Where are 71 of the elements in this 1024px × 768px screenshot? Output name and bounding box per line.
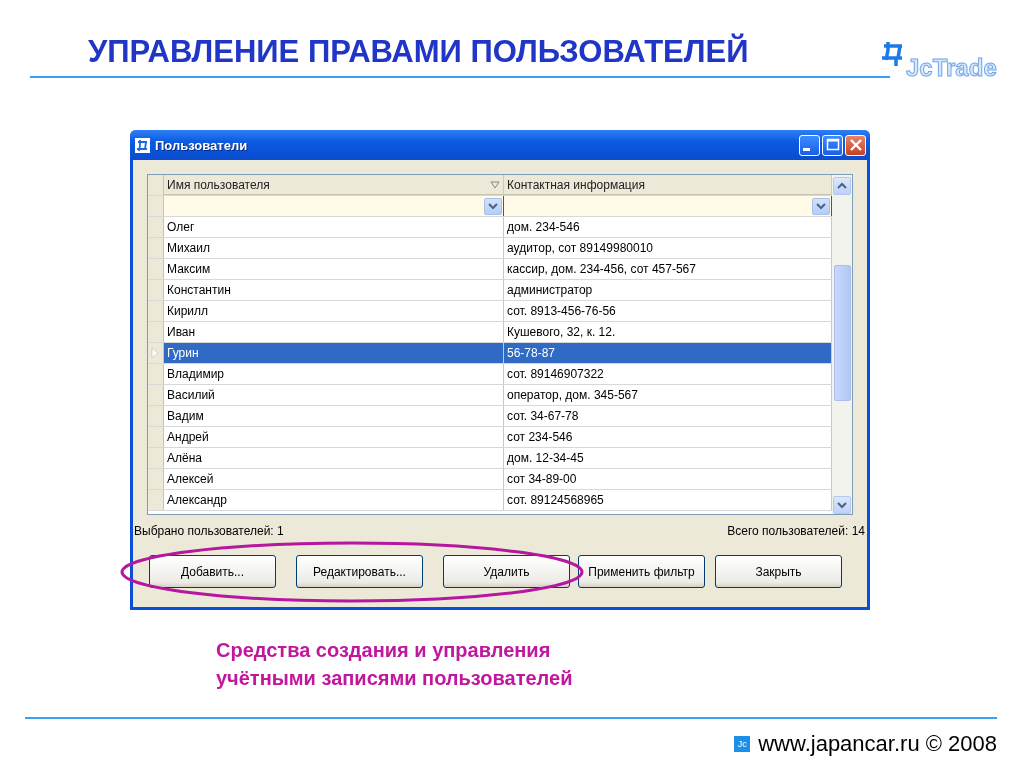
row-header[interactable] [148,490,164,510]
table-row[interactable]: Владимир сот. 89146907322 [148,364,832,385]
chevron-down-icon [815,201,827,211]
table-row[interactable]: Константин администратор [148,280,832,301]
row-header[interactable] [148,280,164,300]
column-header[interactable]: Имя пользователя [164,175,504,195]
dialog-button[interactable]: Удалить [443,555,570,588]
row-header[interactable] [148,364,164,384]
scroll-down-button[interactable] [833,496,851,514]
row-header[interactable] [148,196,164,216]
dialog-button[interactable]: Закрыть [715,555,842,588]
table-row[interactable]: Михаил аудитор, сот 89149980010 [148,238,832,259]
table-row[interactable]: Андрей сот 234-546 [148,427,832,448]
total-count-label: Всего пользователей: 14 [727,524,865,538]
table-cell: Алёна [164,448,504,468]
maximize-button[interactable] [822,134,843,156]
row-header[interactable] [148,175,164,195]
footer-text: www.japancar.ru © 2008 [758,731,997,757]
table-cell: Михаил [164,238,504,258]
minimize-icon [803,147,810,151]
logo-badge: Jc [734,736,751,752]
table-cell: Вадим [164,406,504,426]
column-header[interactable]: Контактная информация [504,175,832,195]
row-header[interactable] [148,427,164,447]
table-row[interactable]: Гурин 56-78-87 [148,343,832,364]
selected-count-label: Выбрано пользователей: 1 [134,524,284,538]
slide-title: УПРАВЛЕНИЕ ПРАВАМИ ПОЛЬЗОВАТЕЛЕЙ [88,34,750,70]
dialog-button[interactable]: Редактировать... [296,555,423,588]
app-icon [134,136,151,154]
table-row[interactable]: Вадим сот. 34-67-78 [148,406,832,427]
caption-text: Средства создания и управления учётными записями пользователей [216,638,573,691]
table-cell: Василий [164,385,504,405]
table-row[interactable]: Алёна дом. 12-34-45 [148,448,832,469]
row-header[interactable] [148,259,164,279]
close-button[interactable] [845,134,866,156]
row-header[interactable] [148,385,164,405]
table-cell: Владимир [164,364,504,384]
table-cell: Алексей [164,469,504,489]
table-cell: Максим [164,259,504,279]
minimize-button[interactable] [799,134,820,156]
dialog-button[interactable]: Добавить... [149,555,276,588]
table-cell: Андрей [164,427,504,447]
filter-dropdown[interactable] [164,196,504,216]
table-cell: Кирилл [164,301,504,321]
table-row[interactable]: Алексей сот 34-89-00 [148,469,832,490]
table-row[interactable]: Кирилл сот. 8913-456-76-56 [148,301,832,322]
chevron-down-icon [836,499,848,511]
table-row[interactable]: Олег дом. 234-546 [148,217,832,238]
table-cell: Александр [164,490,504,510]
dialog-button[interactable]: Применить фильтр [578,555,705,588]
row-header[interactable] [148,301,164,321]
row-header[interactable] [148,469,164,489]
table-cell: Гурин [164,343,504,363]
table-cell: Иван [164,322,504,342]
row-header[interactable] [148,217,164,237]
window-title: Пользователи [155,137,249,153]
row-header[interactable] [148,238,164,258]
table-row[interactable]: Александр сот. 89124568965 [148,490,832,511]
table-row[interactable]: Василий оператор, дом. 345-567 [148,385,832,406]
table-cell: Олег [164,217,504,237]
table-cell: 56-78-87 [504,343,832,363]
row-header[interactable] [148,322,164,342]
logo-text: JcTrade [906,54,997,82]
scroll-up-button[interactable] [833,177,851,195]
table-cell: Константин [164,280,504,300]
row-header[interactable] [148,406,164,426]
scrollbar-thumb[interactable] [833,265,851,401]
row-header[interactable] [148,448,164,468]
row-header[interactable] [148,343,164,363]
chevron-down-icon [487,201,499,211]
table-row[interactable]: Максим кассир, дом. 234-456, сот 457-567 [148,259,832,280]
